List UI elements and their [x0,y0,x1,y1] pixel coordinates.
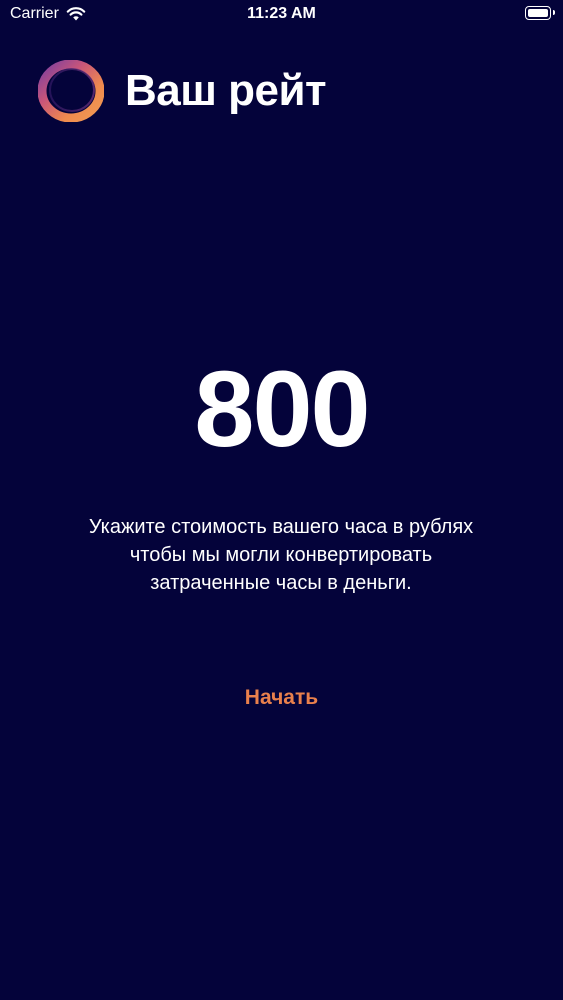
page-title: Ваш рейт [125,66,327,115]
ring-logo-icon [38,60,104,122]
battery-icon [525,6,555,20]
rate-value[interactable]: 800 [0,355,563,463]
status-time: 11:23 AM [247,5,316,22]
start-button[interactable]: Начать [200,683,363,713]
status-bar: Carrier 11:23 AM [0,0,563,30]
description-text: Укажите стоимость вашего часа в рублях ч… [88,516,474,594]
header: Ваш рейт [38,60,327,122]
